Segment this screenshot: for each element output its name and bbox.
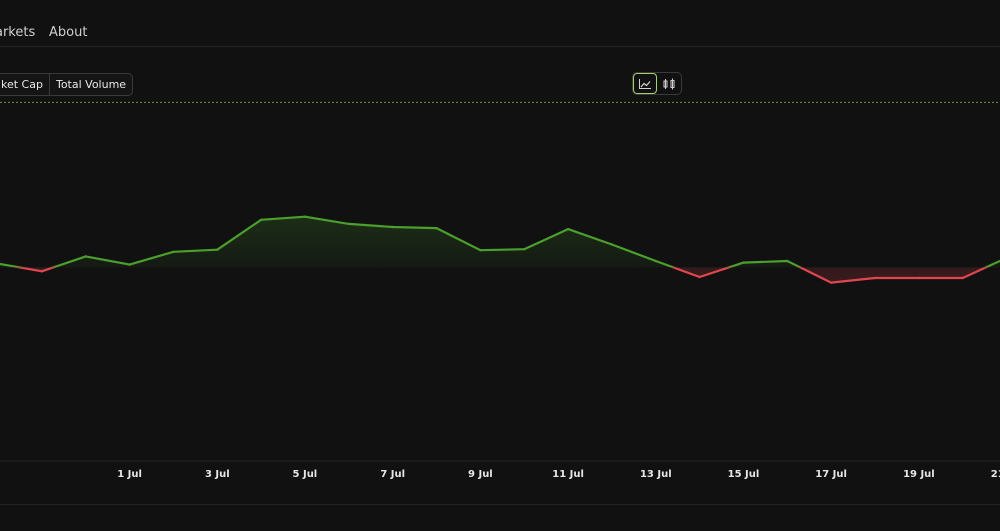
data-point <box>128 263 131 266</box>
x-tick-label: 11 Jul <box>552 469 584 480</box>
data-point <box>654 259 657 263</box>
data-point <box>610 243 614 246</box>
data-point <box>917 276 921 280</box>
price-chart: 1 Jul 3 Jul 5 Jul 7 Jul 9 Jul 11 Jul 13 Jul 15 … <box>0 101 1000 480</box>
x-tick-label: 9 Jul <box>468 469 493 480</box>
data-point <box>347 222 350 226</box>
data-point <box>523 248 526 251</box>
data-point <box>829 281 833 284</box>
x-tick-label: 3 Jul <box>205 469 230 480</box>
data-point <box>259 218 263 221</box>
data-point <box>698 275 701 279</box>
x-tick-label: 7 Jul <box>380 469 405 480</box>
data-point <box>873 276 877 280</box>
data-point <box>435 226 438 230</box>
data-point <box>566 227 570 231</box>
x-tick-label: 15 Jul <box>728 469 760 480</box>
bottom-divider <box>0 504 1000 505</box>
x-tick-label: 21 Jul <box>991 469 1000 480</box>
x-tick-label: 5 Jul <box>293 469 318 480</box>
x-tick-label: 13 Jul <box>640 469 672 480</box>
data-point <box>84 255 87 258</box>
x-tick-label: 19 Jul <box>903 469 935 480</box>
data-point <box>40 270 44 273</box>
data-point <box>742 261 745 264</box>
x-tick-label: 17 Jul <box>815 469 847 480</box>
data-point <box>172 250 175 253</box>
data-point <box>391 225 394 229</box>
data-point <box>303 215 307 218</box>
data-point <box>786 259 789 263</box>
data-point <box>961 276 964 280</box>
data-point <box>216 248 219 251</box>
data-point <box>479 249 482 252</box>
x-tick-label: 1 Jul <box>117 469 142 480</box>
